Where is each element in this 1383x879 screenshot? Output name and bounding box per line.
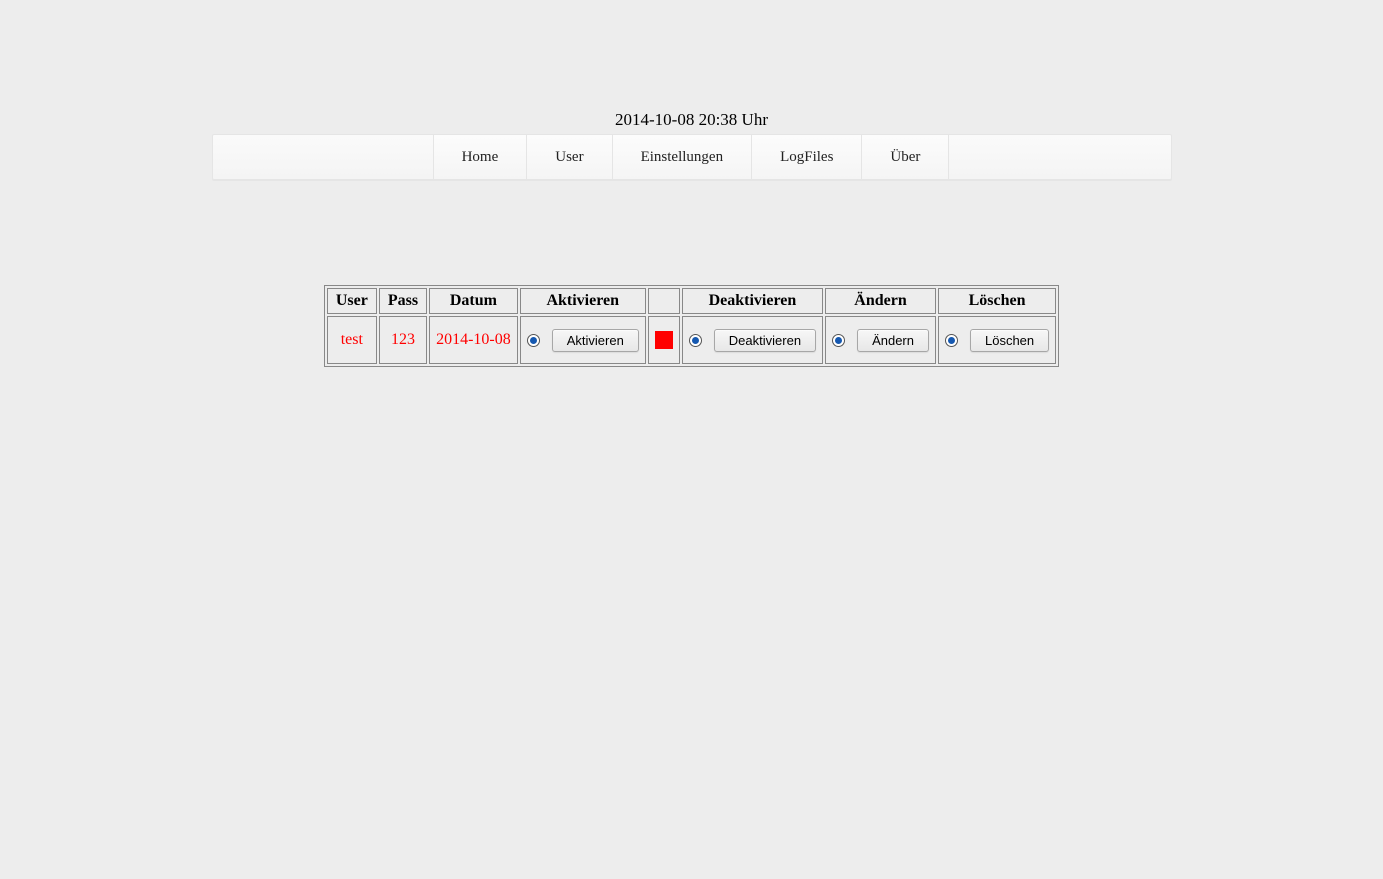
radio-aktivieren[interactable] bbox=[527, 334, 540, 347]
th-user: User bbox=[327, 288, 377, 314]
radio-deaktivieren[interactable] bbox=[689, 334, 702, 347]
cell-deaktivieren: Deaktivieren bbox=[682, 316, 823, 364]
th-aendern: Ändern bbox=[825, 288, 936, 314]
radio-loeschen[interactable] bbox=[945, 334, 958, 347]
th-aktivieren: Aktivieren bbox=[520, 288, 646, 314]
user-table: User Pass Datum Aktivieren Deaktivieren … bbox=[324, 285, 1059, 367]
th-status bbox=[648, 288, 680, 314]
table-header-row: User Pass Datum Aktivieren Deaktivieren … bbox=[327, 288, 1056, 314]
page-container: 2014-10-08 20:38 Uhr Home User Einstellu… bbox=[212, 0, 1172, 367]
nav-user[interactable]: User bbox=[526, 135, 612, 179]
th-loeschen: Löschen bbox=[938, 288, 1056, 314]
cell-status bbox=[648, 316, 680, 364]
radio-aendern[interactable] bbox=[832, 334, 845, 347]
deaktivieren-button[interactable]: Deaktivieren bbox=[714, 329, 816, 352]
cell-pass: 123 bbox=[379, 316, 427, 364]
main-navbar: Home User Einstellungen LogFiles Über bbox=[212, 134, 1172, 180]
nav-about[interactable]: Über bbox=[861, 135, 949, 179]
nav-settings[interactable]: Einstellungen bbox=[612, 135, 753, 179]
cell-aktivieren: Aktivieren bbox=[520, 316, 646, 364]
th-datum: Datum bbox=[429, 288, 518, 314]
user-table-wrap: User Pass Datum Aktivieren Deaktivieren … bbox=[212, 285, 1172, 367]
table-row: test 123 2014-10-08 Aktivieren Deaktivie… bbox=[327, 316, 1056, 364]
timestamp-label: 2014-10-08 20:38 Uhr bbox=[212, 110, 1172, 130]
cell-user: test bbox=[327, 316, 377, 364]
cell-datum: 2014-10-08 bbox=[429, 316, 518, 364]
cell-aendern: Ändern bbox=[825, 316, 936, 364]
status-indicator-icon bbox=[655, 331, 673, 349]
th-pass: Pass bbox=[379, 288, 427, 314]
navbar-inner: Home User Einstellungen LogFiles Über bbox=[434, 135, 950, 179]
loeschen-button[interactable]: Löschen bbox=[970, 329, 1049, 352]
th-deaktivieren: Deaktivieren bbox=[682, 288, 823, 314]
nav-home[interactable]: Home bbox=[433, 135, 528, 179]
cell-loeschen: Löschen bbox=[938, 316, 1056, 364]
aendern-button[interactable]: Ändern bbox=[857, 329, 929, 352]
aktivieren-button[interactable]: Aktivieren bbox=[552, 329, 639, 352]
nav-logfiles[interactable]: LogFiles bbox=[751, 135, 862, 179]
